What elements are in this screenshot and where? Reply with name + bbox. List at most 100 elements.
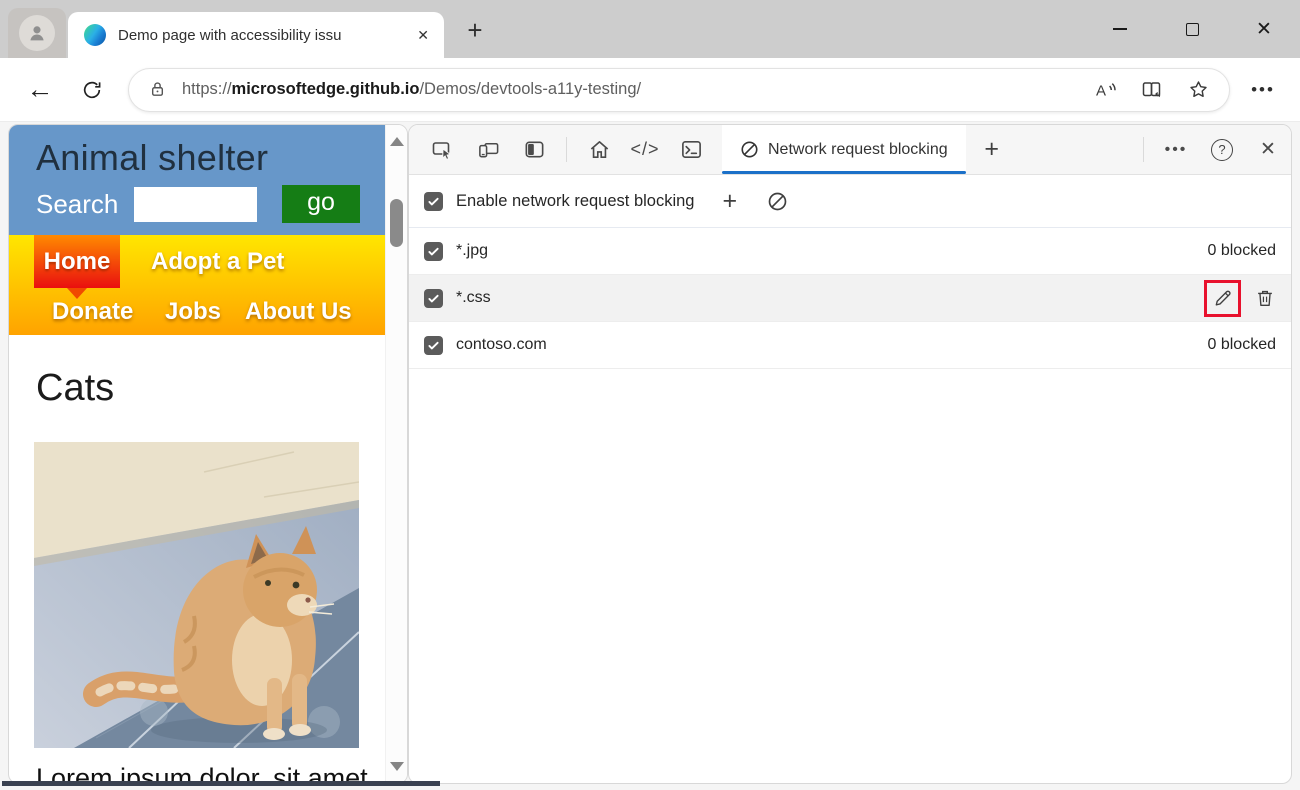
- inspect-tool-button[interactable]: [419, 125, 465, 174]
- blocked-pattern-row[interactable]: *.jpg 0 blocked: [409, 228, 1291, 275]
- nav-item-adopt-a-pet[interactable]: Adopt a Pet: [151, 248, 284, 276]
- enable-blocking-label: Enable network request blocking: [456, 191, 695, 210]
- device-emulation-button[interactable]: [465, 125, 511, 174]
- pattern-checkbox[interactable]: [424, 288, 443, 308]
- edge-logo-icon: [84, 24, 106, 46]
- delete-pattern-button[interactable]: [1254, 287, 1276, 309]
- add-pattern-button[interactable]: +: [722, 187, 737, 216]
- pattern-checkbox[interactable]: [424, 335, 443, 355]
- remove-all-patterns-button[interactable]: [767, 191, 788, 212]
- settings-more-button[interactable]: •••: [1240, 70, 1286, 110]
- page-bottom-edge: [2, 781, 440, 786]
- content-area: Animal shelter Search go Home Adopt a Pe…: [0, 122, 1300, 790]
- pattern-checkbox[interactable]: [424, 241, 443, 261]
- read-aloud-icon: A: [1096, 82, 1116, 99]
- url-scheme: https://: [182, 80, 232, 98]
- more-tabs-button[interactable]: +: [966, 125, 1018, 174]
- go-button[interactable]: go: [282, 185, 360, 223]
- toolbar-divider: [1143, 137, 1144, 162]
- block-icon: [741, 141, 758, 158]
- focus-mode-button[interactable]: [511, 125, 557, 174]
- nav-item-donate[interactable]: Donate: [52, 298, 133, 326]
- window-controls: ✕: [1084, 0, 1300, 58]
- scroll-up-icon[interactable]: [389, 137, 404, 146]
- address-bar[interactable]: https://microsoftedge.github.io/Demos/de…: [128, 67, 1230, 112]
- home-icon: [590, 141, 608, 158]
- page-paragraph: Lorem ipsum dolor, sit amet: [36, 763, 368, 783]
- check-icon: [428, 247, 439, 255]
- back-button[interactable]: ←: [14, 69, 66, 111]
- browser-tab[interactable]: Demo page with accessibility issu ✕: [68, 12, 444, 58]
- close-devtools-button[interactable]: ✕: [1245, 125, 1291, 174]
- read-aloud-button[interactable]: A: [1083, 71, 1129, 109]
- focus-mode-icon: [525, 141, 543, 158]
- blocked-pattern-row[interactable]: *.css: [409, 275, 1291, 322]
- customize-devtools-button[interactable]: •••: [1153, 125, 1199, 174]
- star-icon: [1189, 81, 1207, 98]
- search-input[interactable]: [134, 186, 257, 222]
- blocked-pattern-row[interactable]: contoso.com 0 blocked: [409, 322, 1291, 369]
- url-text[interactable]: https://microsoftedge.github.io/Demos/de…: [182, 80, 1083, 99]
- nav-item-jobs[interactable]: Jobs: [165, 298, 221, 326]
- blocked-count: 0 blocked: [1207, 336, 1277, 353]
- inspect-icon: [432, 141, 452, 160]
- page-body: Cats Lorem ipsum dolor, sit amet: [9, 335, 385, 783]
- enable-blocking-checkbox[interactable]: [424, 191, 443, 211]
- page-title: Animal shelter: [36, 137, 269, 178]
- page-scrollbar[interactable]: [385, 125, 407, 783]
- devtools-toolbar: </> Network request blocking + ••• ? ✕: [409, 125, 1291, 175]
- person-icon: [30, 26, 44, 41]
- check-icon: [428, 294, 439, 302]
- console-tab-button[interactable]: [668, 125, 714, 174]
- profile-button[interactable]: [8, 8, 66, 58]
- devtools-toolbar-right: ••• ? ✕: [1134, 125, 1291, 174]
- scroll-down-icon[interactable]: [389, 762, 404, 771]
- toolbar-divider: [566, 137, 567, 162]
- maximize-icon: [1185, 22, 1199, 36]
- scrollbar-thumb[interactable]: [390, 199, 403, 247]
- immersive-reader-button[interactable]: [1129, 71, 1175, 109]
- block-icon: [768, 192, 787, 210]
- nav-item-about-us[interactable]: About Us: [245, 298, 352, 326]
- web-page-panel: Animal shelter Search go Home Adopt a Pe…: [8, 124, 408, 784]
- maximize-button[interactable]: [1156, 0, 1228, 58]
- lock-icon: [151, 82, 164, 96]
- devtools-panel: </> Network request blocking + ••• ? ✕ E…: [408, 124, 1292, 784]
- tab-network-request-blocking[interactable]: Network request blocking: [722, 125, 966, 174]
- page-header: Animal shelter Search go: [9, 125, 385, 235]
- nav-item-home[interactable]: Home: [34, 235, 120, 288]
- titlebar: Demo page with accessibility issu ✕ + ✕: [0, 0, 1300, 58]
- avatar: [19, 15, 55, 51]
- enable-blocking-row: Enable network request blocking +: [409, 175, 1291, 228]
- elements-tab-button[interactable]: </>: [622, 125, 668, 174]
- minimize-button[interactable]: [1084, 0, 1156, 58]
- browser-toolbar: ← https://microsoftedge.github.io/Demos/…: [0, 58, 1300, 122]
- check-icon: [428, 197, 439, 205]
- cats-heading: Cats: [36, 367, 115, 409]
- web-page-content: Animal shelter Search go Home Adopt a Pe…: [9, 125, 385, 783]
- immersive-reader-icon: [1142, 81, 1161, 97]
- cat-photo: /: [34, 442, 359, 748]
- console-icon: [681, 141, 701, 158]
- refresh-icon: [83, 81, 101, 98]
- browser-window: Demo page with accessibility issu ✕ + ✕ …: [0, 0, 1300, 790]
- search-row: Search go: [36, 185, 360, 223]
- check-icon: [428, 341, 439, 349]
- pattern-text: contoso.com: [456, 336, 547, 353]
- refresh-button[interactable]: [66, 69, 118, 111]
- new-tab-button[interactable]: +: [458, 13, 492, 47]
- devtools-tab-label: Network request blocking: [768, 140, 948, 158]
- close-window-button[interactable]: ✕: [1228, 0, 1300, 58]
- favorites-button[interactable]: [1175, 71, 1221, 109]
- welcome-tab-button[interactable]: [576, 125, 622, 174]
- pattern-text: *.jpg: [456, 242, 489, 259]
- url-domain: microsoftedge.github.io: [231, 80, 420, 98]
- url-path: /Demos/devtools-a11y-testing/: [419, 80, 642, 98]
- pencil-icon: [1215, 290, 1231, 306]
- search-label: Search: [36, 188, 119, 219]
- page-nav: Home Adopt a Pet Donate Jobs About Us: [9, 235, 385, 335]
- devtools-help-button[interactable]: ?: [1199, 125, 1245, 174]
- tab-close-icon[interactable]: ✕: [410, 24, 436, 47]
- edit-pattern-button[interactable]: [1212, 287, 1234, 309]
- edit-button-highlight: [1204, 279, 1241, 317]
